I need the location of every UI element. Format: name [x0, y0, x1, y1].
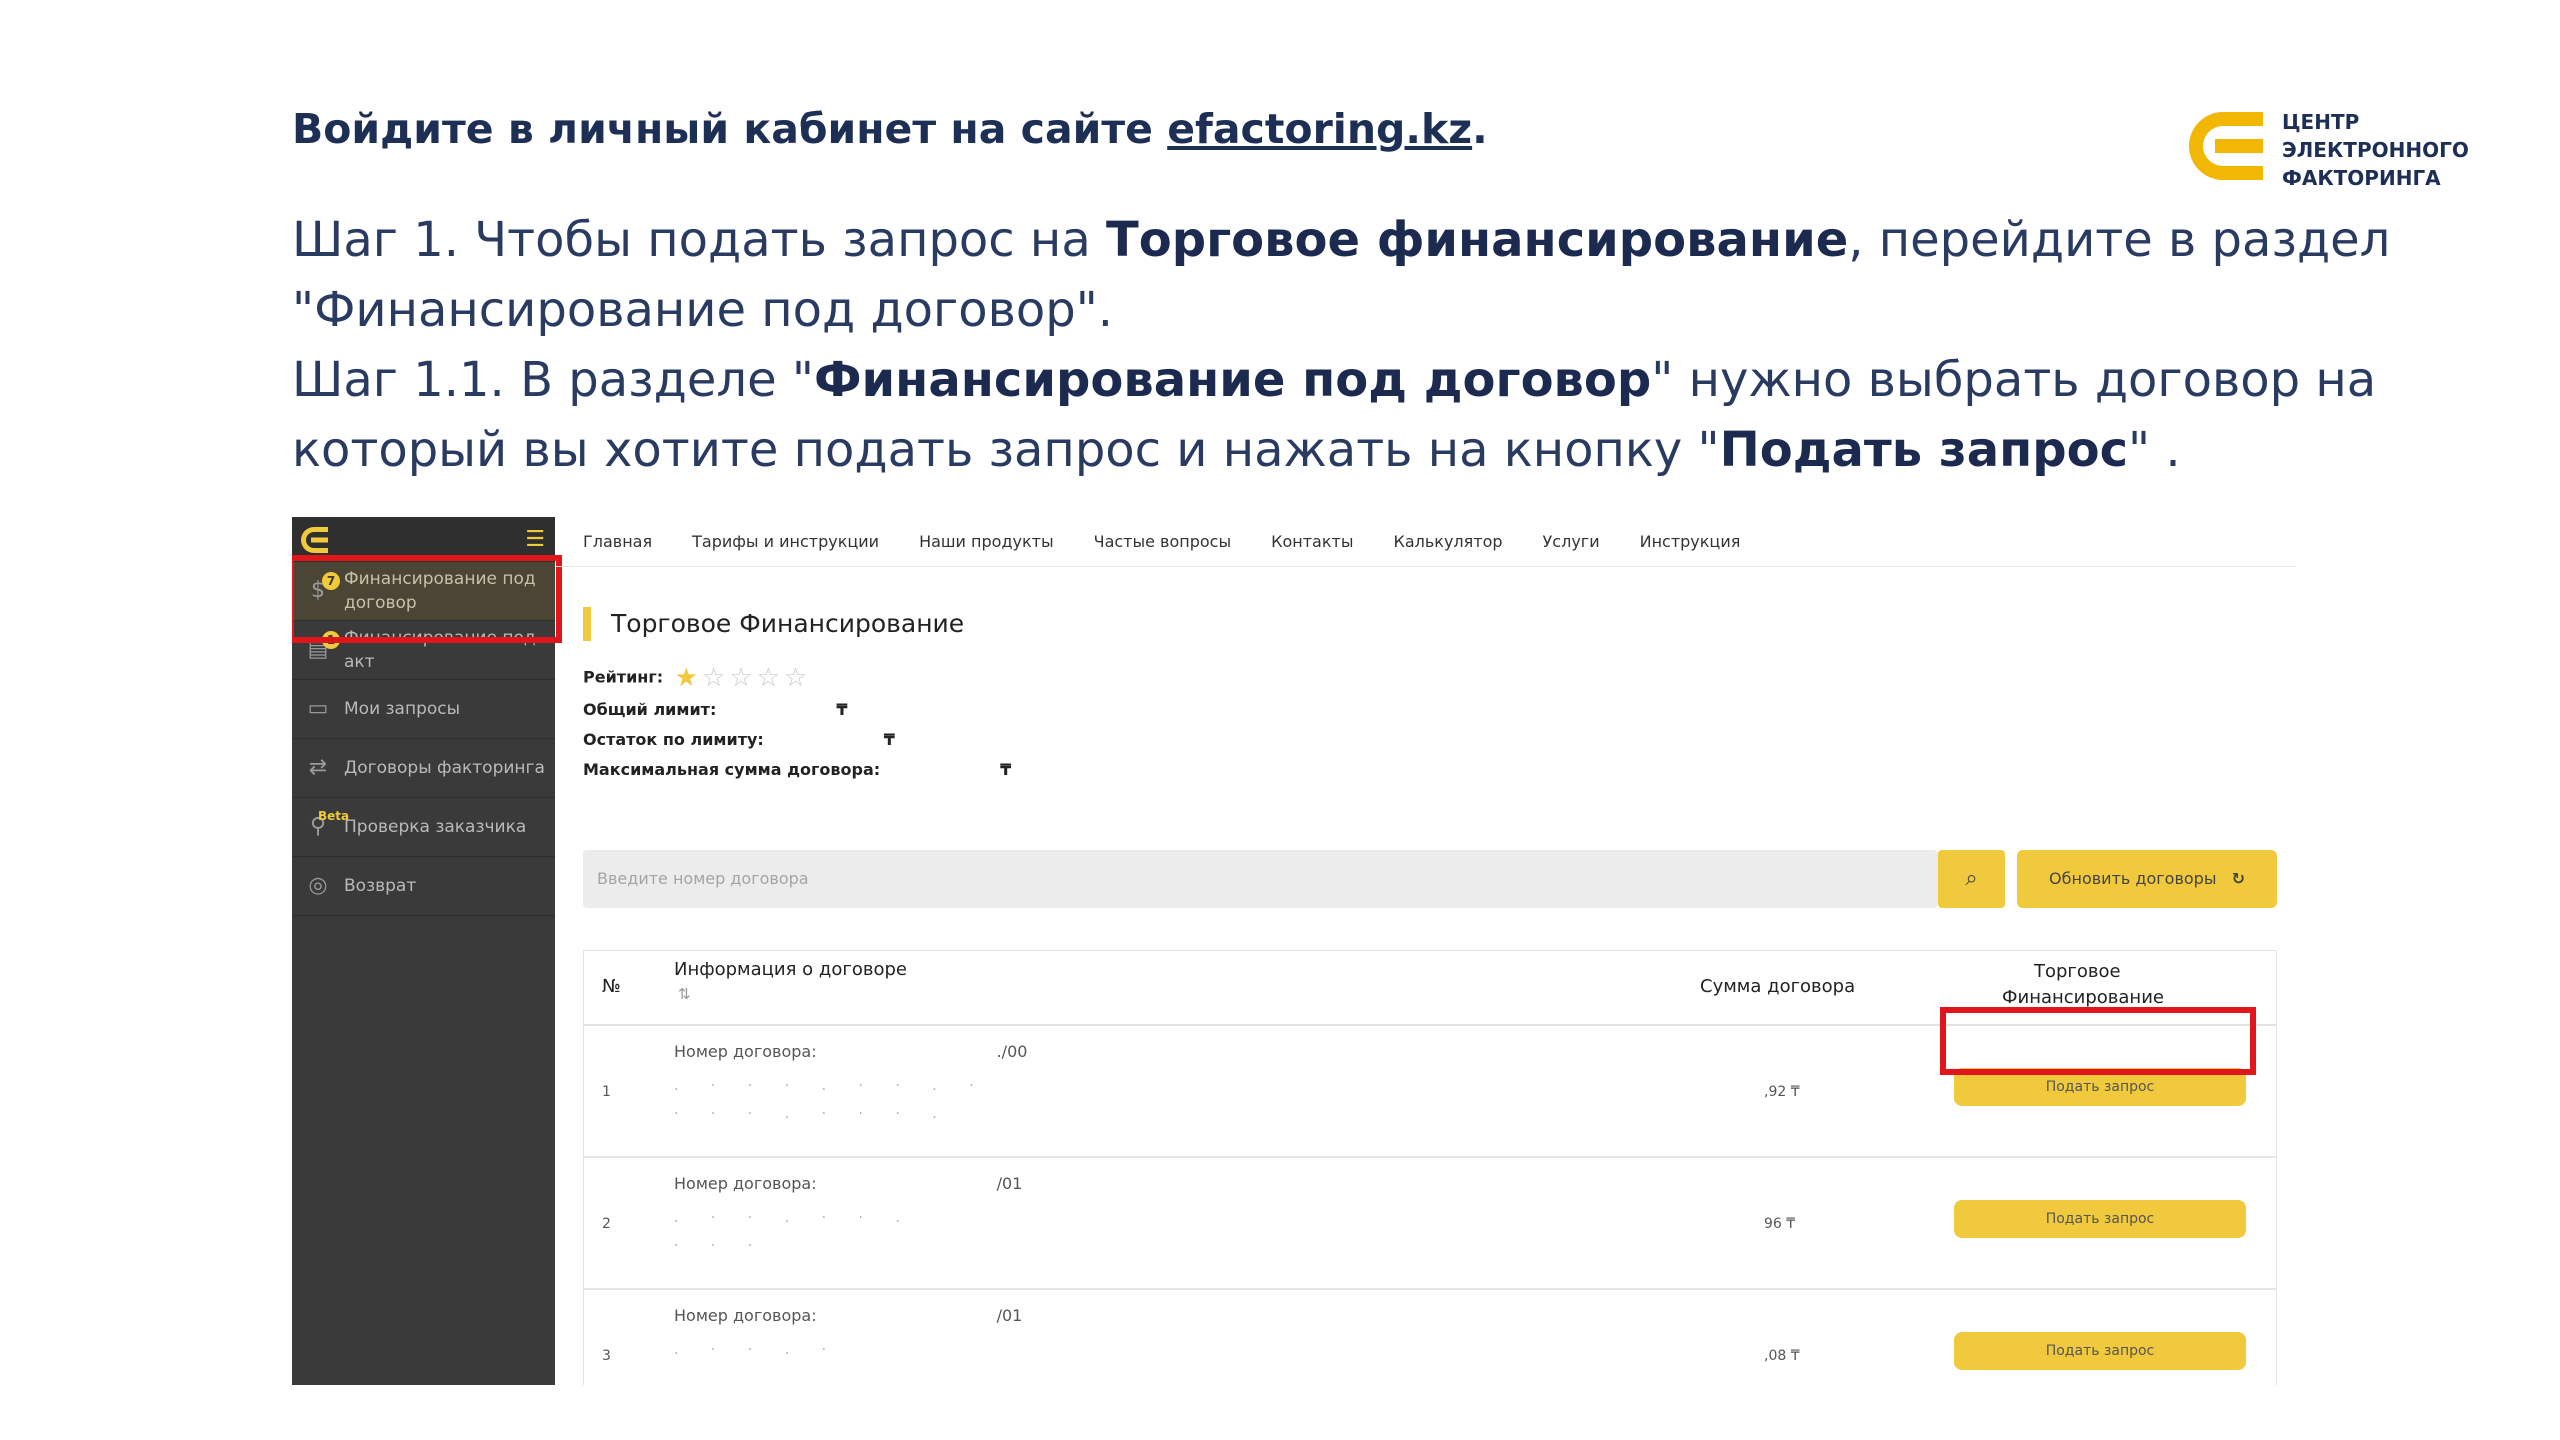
step-1-1: Шаг 1.1. В разделе "Финансирование под д…: [292, 352, 2377, 478]
nav-instructions[interactable]: Инструкция: [1640, 532, 1741, 551]
efactoring-link[interactable]: efactoring.kz: [1167, 105, 1472, 153]
sidebar-item-my-requests[interactable]: ▭ Мои запросы: [292, 680, 555, 739]
logo-mark-icon: [2189, 112, 2263, 180]
coins-icon: ◎: [308, 873, 328, 898]
menu-collapse-icon[interactable]: ☰: [525, 527, 545, 552]
intro-text: Войдите в личный кабинет на сайте efacto…: [292, 105, 1488, 153]
header-info: Информация о договоре: [674, 959, 907, 980]
sidebar-item-factoring-contracts[interactable]: ⇄ Договоры факторинга: [292, 739, 555, 798]
contract-search-input[interactable]: Введите номер договора: [583, 850, 1938, 908]
sidebar-item-customer-check[interactable]: ⚲ Beta Проверка заказчика: [292, 798, 555, 857]
top-navigation: Главная Тарифы и инструкции Наши продукт…: [555, 517, 2296, 567]
submit-request-button[interactable]: Подать запрос: [1954, 1332, 2246, 1370]
nav-calculator[interactable]: Калькулятор: [1393, 532, 1502, 551]
search-button[interactable]: ⌕: [1938, 850, 2005, 908]
portal-screenshot: ☰ $ 7 Финансирование под договор ▤ 1 Фин…: [292, 517, 2296, 1385]
highlight-submit-button: [1940, 1007, 2256, 1075]
table-row: 2 Номер договора:/01 . · · . · · . · · ·…: [584, 1158, 2276, 1290]
remaining-limit: Остаток по лимиту: ₸: [583, 730, 895, 749]
nav-services[interactable]: Услуги: [1543, 532, 1600, 551]
handshake-icon: ⇄: [308, 755, 328, 780]
submit-request-button[interactable]: Подать запрос: [1954, 1200, 2246, 1238]
nav-contacts[interactable]: Контакты: [1271, 532, 1353, 551]
nav-products[interactable]: Наши продукты: [919, 532, 1054, 551]
total-limit: Общий лимит: ₸: [583, 700, 848, 719]
refresh-contracts-button[interactable]: Обновить договоры ↻: [2017, 850, 2277, 908]
document-icon: ▭: [307, 696, 329, 721]
company-logo: ЦЕНТР ЭЛЕКТРОННОГО ФАКТОРИНГА: [2185, 108, 2485, 190]
search-icon: ⌕: [1965, 866, 1978, 891]
max-contract-sum: Максимальная сумма договора: ₸: [583, 760, 1012, 779]
instruction-steps: Шаг 1. Чтобы подать запрос на Торговое ф…: [292, 205, 2392, 485]
rating-stars: ★☆☆☆☆: [675, 663, 812, 693]
main-content: Торговое Финансирование Рейтинг: ★☆☆☆☆ О…: [555, 567, 2296, 1385]
sort-icon[interactable]: ⇅: [678, 985, 691, 1003]
nav-tariffs[interactable]: Тарифы и инструкции: [692, 532, 879, 551]
star-filled-icon: ★: [674, 663, 702, 693]
beta-tag: Beta: [318, 809, 350, 823]
highlight-sidebar-item: [292, 555, 562, 643]
page-title: Торговое Финансирование: [583, 607, 964, 641]
nav-faq[interactable]: Частые вопросы: [1094, 532, 1232, 551]
nav-home[interactable]: Главная: [583, 532, 652, 551]
header-sum: Сумма договора: [1700, 976, 1856, 997]
portal-logo-icon: [301, 527, 328, 553]
refresh-icon: ↻: [2231, 869, 2245, 888]
rating-row: Рейтинг: ★☆☆☆☆: [583, 663, 812, 693]
sidebar-item-refund[interactable]: ◎ Возврат: [292, 857, 555, 916]
table-row: 3 Номер договора:/01 . · · . · ,08 ₸ Под…: [584, 1290, 2276, 1385]
star-empty-icon: ☆☆☆☆: [701, 663, 812, 693]
step-1: Шаг 1. Чтобы подать запрос на Торговое ф…: [292, 212, 2391, 338]
sidebar: ☰ $ 7 Финансирование под договор ▤ 1 Фин…: [292, 517, 555, 1385]
